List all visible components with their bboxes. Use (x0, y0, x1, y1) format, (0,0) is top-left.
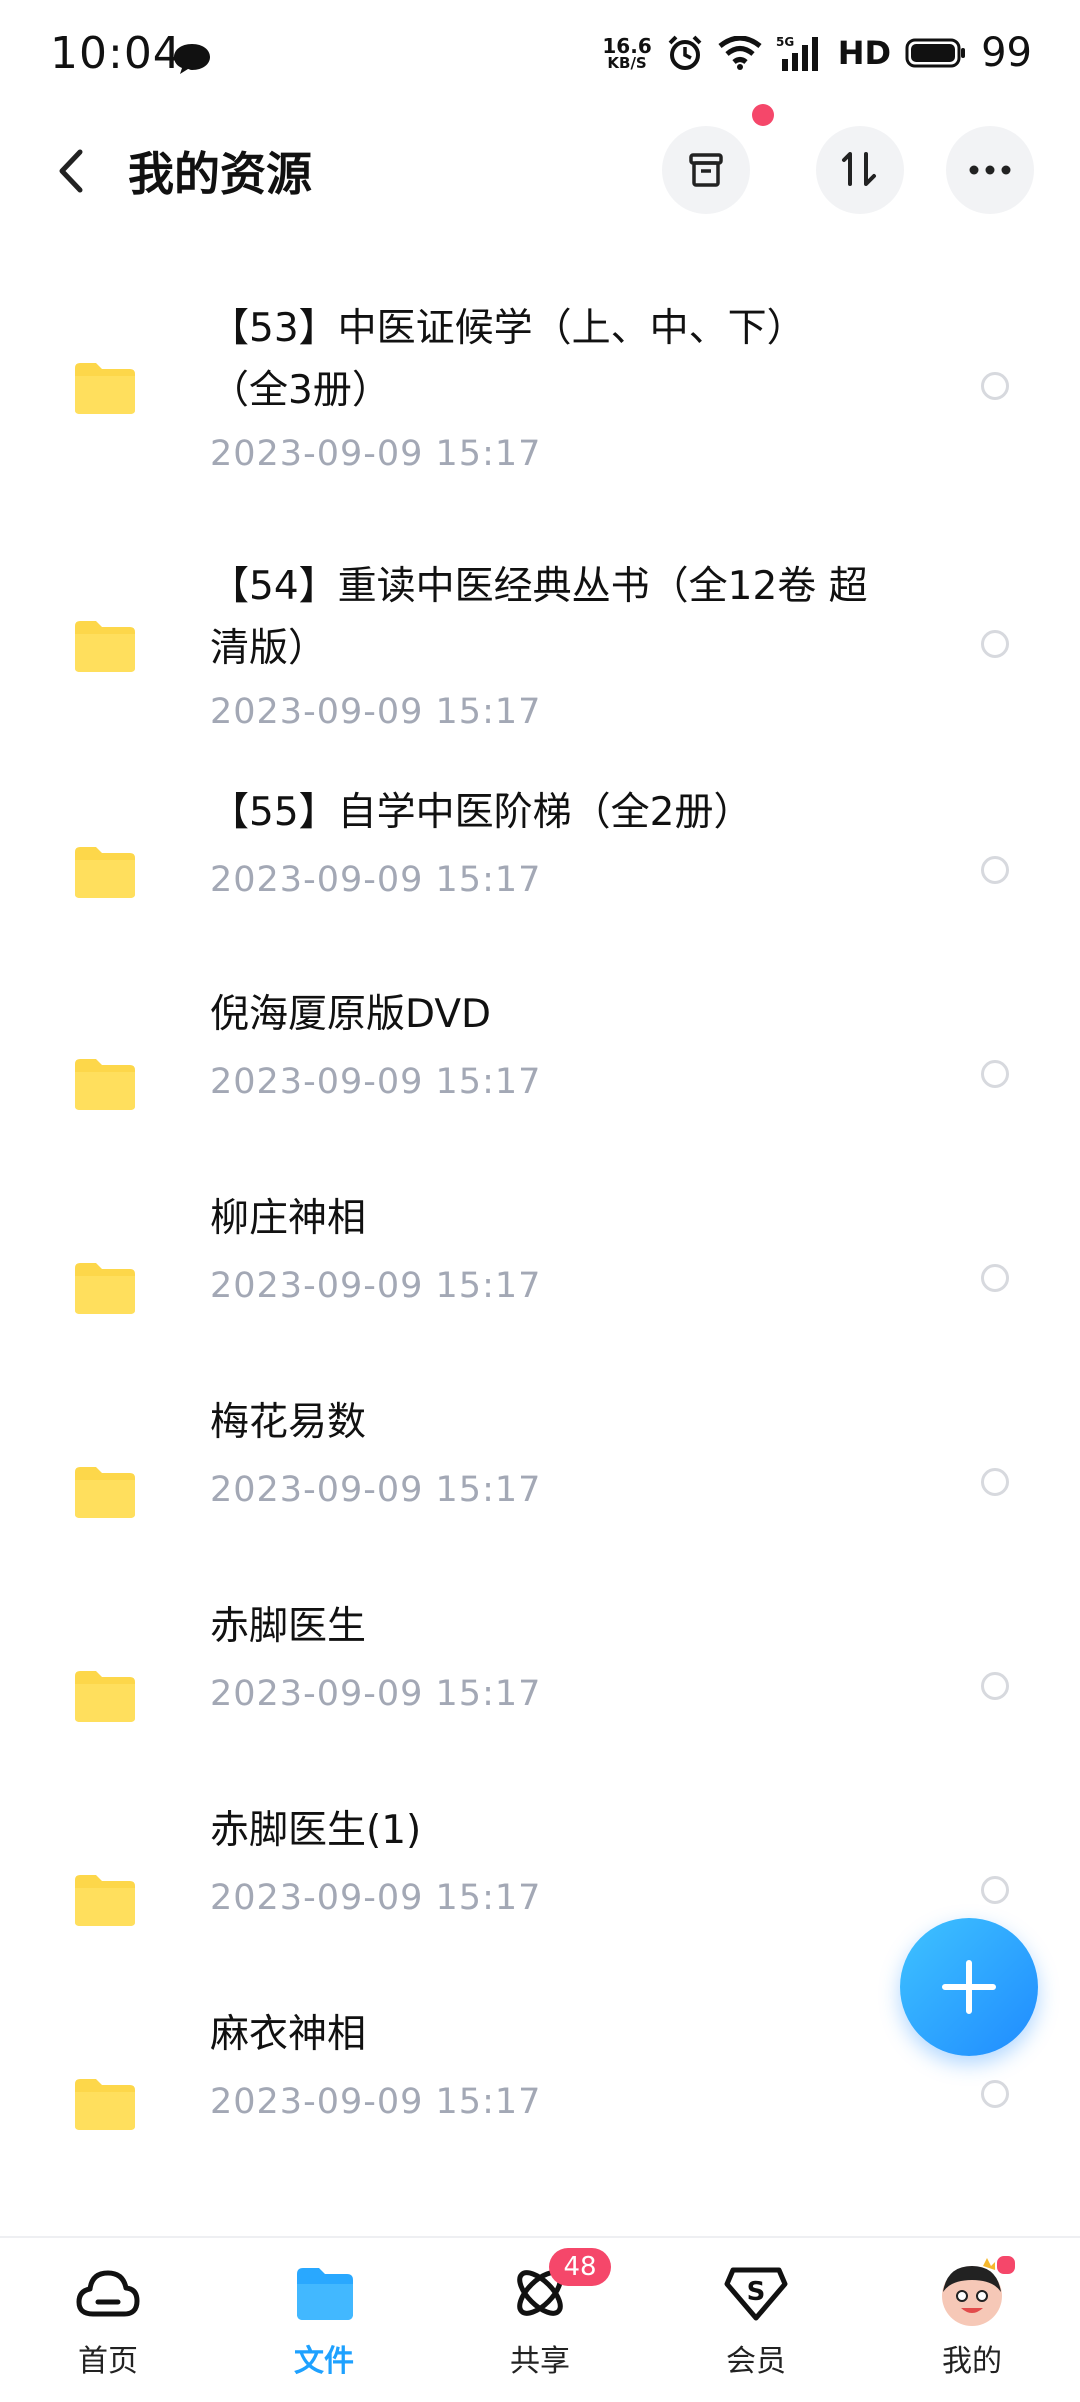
folder-icon (75, 847, 135, 898)
tab-mine-label: 我的 (942, 2344, 1002, 2379)
wifi-icon (718, 36, 762, 70)
diamond-s-icon: S (724, 2267, 788, 2321)
file-row[interactable]: 倪海厦原版DVD 2023-09-09 15:17 (0, 916, 1080, 1120)
file-row[interactable]: 梅花易数 2023-09-09 15:17 (0, 1324, 1080, 1528)
battery-icon (905, 38, 966, 68)
archive-icon (689, 153, 723, 187)
tab-share[interactable]: 48 共享 (470, 2248, 611, 2380)
select-radio[interactable] (981, 1672, 1009, 1700)
folder-icon (75, 1875, 135, 1926)
folder-icon (75, 1059, 135, 1110)
tab-files[interactable]: 文件 (254, 2258, 394, 2380)
file-row[interactable]: 【53】中医证候学（上、中、下） （全3册） 2023-09-09 15:17 (0, 230, 1080, 486)
select-radio[interactable] (981, 1060, 1009, 1088)
cloud-icon (76, 2270, 140, 2317)
file-row[interactable]: 【54】重读中医经典丛书（全12卷 超 清版） 2023-09-09 15:17 (0, 486, 1080, 732)
file-name: 赤脚医生(1) (210, 1808, 422, 1853)
hd-indicator: HD (837, 34, 892, 72)
folder-icon (75, 1467, 135, 1518)
file-row[interactable]: 【55】自学中医阶梯（全2册） 2023-09-09 15:17 (0, 712, 1080, 916)
file-name: 倪海厦原版DVD (210, 992, 492, 1037)
file-date: 2023-09-09 15:17 (210, 2082, 542, 2122)
file-date: 2023-09-09 15:17 (210, 1266, 542, 1306)
select-radio[interactable] (981, 372, 1009, 400)
file-date: 2023-09-09 15:17 (210, 1062, 542, 1102)
select-radio[interactable] (981, 630, 1009, 658)
folder-icon (75, 1263, 135, 1314)
file-row[interactable]: 柳庄神相 2023-09-09 15:17 (0, 1120, 1080, 1324)
file-date: 2023-09-09 15:17 (210, 434, 542, 474)
net-speed: 16.6 KB/S (602, 33, 652, 72)
add-button[interactable] (900, 1918, 1038, 2056)
file-row[interactable]: 赤脚医生 2023-09-09 15:17 (0, 1528, 1080, 1732)
status-bar: 10:04 16.6 KB/S 5G HD 99 (0, 0, 1080, 110)
folder-icon (75, 2079, 135, 2130)
folder-icon (75, 621, 135, 672)
sort-button[interactable] (816, 126, 904, 214)
status-time: 10:04 (50, 28, 182, 79)
file-name: 柳庄神相 (210, 1196, 367, 1241)
bottom-nav: 首页 文件 48 共享 S 会员 我的 (0, 2236, 1080, 2402)
file-name: 【55】自学中医阶梯（全2册） (210, 790, 753, 835)
file-date: 2023-09-09 15:17 (210, 1470, 542, 1510)
notification-dot (752, 104, 774, 126)
select-radio[interactable] (981, 1876, 1009, 1904)
page-title: 我的资源 (128, 147, 312, 201)
svg-text:5G: 5G (776, 35, 794, 49)
svg-text:S: S (747, 2277, 766, 2307)
share-badge: 48 (549, 2248, 611, 2286)
select-radio[interactable] (981, 856, 1009, 884)
alarm-icon (668, 35, 702, 70)
archive-button[interactable] (662, 126, 750, 214)
chat-icon (174, 44, 210, 74)
mine-dot (995, 2254, 1017, 2276)
folder-icon (75, 363, 135, 414)
file-name: 【53】中医证候学（上、中、下） （全3册） (210, 306, 806, 413)
tab-member-label: 会员 (726, 2344, 786, 2379)
app-header: 我的资源 (0, 104, 1080, 230)
signal-icon: 5G (776, 35, 818, 71)
file-date: 2023-09-09 15:17 (210, 1878, 542, 1918)
tab-files-label: 文件 (294, 2344, 354, 2379)
file-row[interactable]: 赤脚医生(1) 2023-09-09 15:17 (0, 1732, 1080, 1936)
folder-icon (75, 1671, 135, 1722)
more-button[interactable] (946, 126, 1034, 214)
file-date: 2023-09-09 15:17 (210, 1674, 542, 1714)
more-icon (969, 165, 1011, 175)
select-radio[interactable] (981, 1264, 1009, 1292)
file-name: 梅花易数 (210, 1400, 367, 1445)
plus-icon (942, 1960, 996, 2014)
battery-level: 99 (981, 30, 1032, 76)
sort-icon (842, 152, 876, 186)
tab-mine[interactable]: 我的 (902, 2254, 1042, 2380)
tab-home-label: 首页 (78, 2344, 138, 2379)
tab-member[interactable]: S 会员 (686, 2258, 826, 2380)
file-name: 【54】重读中医经典丛书（全12卷 超 清版） (210, 564, 868, 671)
tab-home[interactable]: 首页 (38, 2258, 178, 2380)
status-right: 16.6 KB/S 5G HD 99 (602, 30, 1032, 76)
file-list: 【53】中医证候学（上、中、下） （全3册） 2023-09-09 15:17 … (0, 230, 1080, 2140)
select-radio[interactable] (981, 2080, 1009, 2108)
file-date: 2023-09-09 15:17 (210, 860, 542, 900)
file-name: 麻衣神相 (210, 2012, 367, 2057)
tab-share-label: 共享 (510, 2344, 570, 2379)
back-icon[interactable] (52, 146, 92, 196)
file-name: 赤脚医生 (210, 1604, 367, 1649)
folder-tab-icon (297, 2268, 353, 2320)
select-radio[interactable] (981, 1468, 1009, 1496)
